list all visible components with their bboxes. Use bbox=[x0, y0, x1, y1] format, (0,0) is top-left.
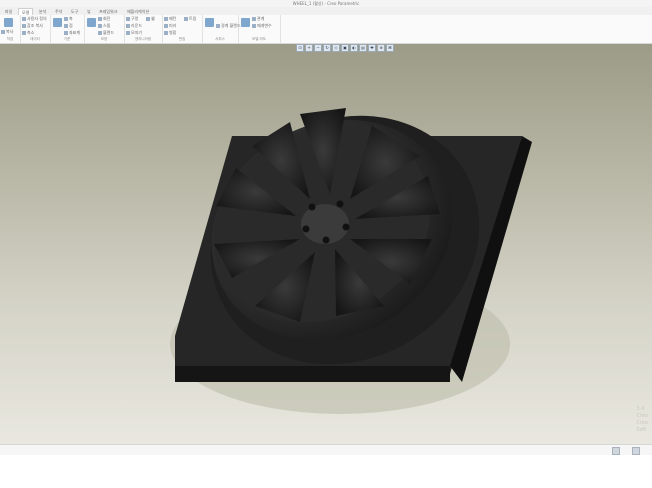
ribbon-item-hole[interactable]: 구멍 bbox=[131, 16, 138, 21]
axis-icon bbox=[64, 17, 68, 21]
group-label-data: 데이터 bbox=[30, 37, 40, 41]
trim-icon bbox=[184, 17, 188, 21]
message-icon[interactable] bbox=[632, 447, 640, 455]
group-label-editing: 편집 bbox=[178, 37, 186, 41]
family-table-icon[interactable] bbox=[241, 18, 250, 27]
ribbon-group-model-intent: 관계 매개변수 모델 의도 bbox=[238, 15, 281, 43]
ribbon-item-chamfer[interactable]: 모따기 bbox=[131, 30, 142, 35]
ribbon-group-surfaces: 경계 블렌드 서피스 bbox=[202, 15, 241, 43]
tab-applications[interactable]: 애플리케이션 bbox=[124, 8, 152, 15]
tab-view[interactable]: 뷰 bbox=[84, 8, 94, 15]
datum-display-icon[interactable]: ✚ bbox=[368, 44, 376, 52]
shrinkwrap-icon bbox=[22, 31, 26, 35]
lug-hole-2 bbox=[342, 223, 350, 231]
orient-icon[interactable]: ◇ bbox=[332, 44, 340, 52]
view-toolbar: ⊡ + − ↻ ◇ ▣ ◐ ▤ ✚ ⊕ ⌘ bbox=[296, 44, 394, 52]
revolve-icon bbox=[98, 17, 102, 21]
ribbon-group-shapes: 회전 스윕 블렌드 모양 bbox=[84, 15, 125, 43]
copy-icon bbox=[1, 30, 5, 34]
annotation-icon[interactable]: ⌘ bbox=[386, 44, 394, 52]
ribbon-item-pattern[interactable]: 패턴 bbox=[169, 16, 176, 21]
lug-hole-5 bbox=[308, 203, 316, 211]
ribbon-item-user-defined[interactable]: 사용자 정의 bbox=[27, 16, 47, 21]
ribbon-item-shrinkwrap[interactable]: 축소 bbox=[27, 30, 34, 35]
user-defined-icon bbox=[22, 17, 26, 21]
ribbon-group-datum: 축 점 좌표계 기준 bbox=[50, 15, 85, 43]
ribbon-item-axis[interactable]: 축 bbox=[69, 16, 73, 21]
ribbon-item-trim[interactable]: 트림 bbox=[189, 16, 196, 21]
spin-center-icon[interactable]: ⊕ bbox=[377, 44, 385, 52]
round-icon bbox=[126, 24, 130, 28]
desktop-area bbox=[0, 455, 652, 488]
shell-icon bbox=[146, 17, 150, 21]
copy-geom-icon bbox=[22, 24, 26, 28]
ribbon-item-copy[interactable]: 복사 bbox=[6, 29, 13, 34]
group-label-surfaces: 서피스 bbox=[215, 37, 225, 41]
section-icon[interactable]: ▤ bbox=[359, 44, 367, 52]
ribbon-item-mirror[interactable]: 미러 bbox=[169, 23, 176, 28]
fill-icon[interactable] bbox=[205, 18, 214, 27]
ribbon-item-revolve[interactable]: 회전 bbox=[103, 16, 110, 21]
zoom-out-icon[interactable]: − bbox=[314, 44, 322, 52]
group-label-datum: 기준 bbox=[63, 37, 71, 41]
ribbon-item-copy-geom[interactable]: 참조 복사 bbox=[27, 23, 43, 28]
pattern-icon bbox=[164, 17, 168, 21]
lug-hole-3 bbox=[322, 236, 330, 244]
refit-icon[interactable]: ⊡ bbox=[296, 44, 304, 52]
parameters-icon bbox=[252, 24, 256, 28]
watermark: 3.4 Creo Creo Soft bbox=[636, 406, 648, 433]
saved-views-icon[interactable]: ▣ bbox=[341, 44, 349, 52]
ribbon-group-operations: 복사 작업 bbox=[0, 15, 21, 43]
chamfer-icon bbox=[126, 31, 130, 35]
sweep-icon bbox=[98, 24, 102, 28]
ribbon-group-engineering: 구멍 라운드 모따기 쉘 엔지니어링 bbox=[124, 15, 163, 43]
tab-analysis[interactable]: 분석 bbox=[36, 8, 49, 15]
ribbon-item-round[interactable]: 라운드 bbox=[131, 23, 142, 28]
ribbon-item-blend[interactable]: 블렌드 bbox=[103, 30, 114, 35]
relations-icon bbox=[252, 17, 256, 21]
coordinate-system-icon bbox=[64, 31, 68, 35]
tab-annotate[interactable]: 주석 bbox=[52, 8, 65, 15]
display-style-icon[interactable]: ◐ bbox=[350, 44, 358, 52]
hole-icon bbox=[126, 17, 130, 21]
ribbon-item-shell[interactable]: 쉘 bbox=[151, 16, 155, 21]
plane-icon[interactable] bbox=[53, 18, 62, 27]
group-label-operations: 작업 bbox=[6, 37, 14, 41]
lug-hole-1 bbox=[336, 200, 344, 208]
block-front-face bbox=[175, 366, 450, 382]
ribbon-item-parameters[interactable]: 매개변수 bbox=[257, 23, 272, 28]
graphics-viewport[interactable]: 3.4 Creo Creo Soft bbox=[0, 44, 652, 444]
group-label-model-intent: 모델 의도 bbox=[252, 37, 266, 41]
ribbon-group-editing: 패턴 미러 병합 트림 편집 bbox=[162, 15, 203, 43]
ribbon-item-sweep[interactable]: 스윕 bbox=[103, 23, 110, 28]
ribbon-item-point[interactable]: 점 bbox=[69, 23, 73, 28]
title-bar: WHEEL_1 (활성) - Creo Parametric bbox=[0, 0, 652, 7]
selection-filter-icon[interactable] bbox=[612, 447, 620, 455]
ribbon-item-csys[interactable]: 좌표계 bbox=[69, 30, 80, 35]
repaint-icon[interactable]: ↻ bbox=[323, 44, 331, 52]
wheel-mold-model[interactable] bbox=[0, 44, 652, 444]
tab-framework[interactable]: 프레임워크 bbox=[96, 8, 120, 15]
ribbon: 복사 작업 사용자 정의 참조 복사 축소 데이터 축 점 좌표계 기준 회전 … bbox=[0, 15, 652, 44]
ribbon-item-relations[interactable]: 관계 bbox=[257, 16, 264, 21]
group-label-shapes: 모양 bbox=[100, 37, 108, 41]
tab-file[interactable]: 파일 bbox=[2, 8, 15, 15]
mirror-icon bbox=[164, 24, 168, 28]
regenerate-icon[interactable] bbox=[4, 18, 13, 27]
zoom-in-icon[interactable]: + bbox=[305, 44, 313, 52]
ribbon-item-merge[interactable]: 병합 bbox=[169, 30, 176, 35]
boundary-blend-icon bbox=[216, 24, 220, 28]
status-bar bbox=[0, 444, 652, 455]
tab-tools[interactable]: 도구 bbox=[68, 8, 81, 15]
group-label-engineering: 엔지니어링 bbox=[134, 37, 152, 41]
extrude-icon[interactable] bbox=[87, 18, 96, 27]
merge-icon bbox=[164, 31, 168, 35]
blend-icon bbox=[98, 31, 102, 35]
point-icon bbox=[64, 24, 68, 28]
ribbon-group-data: 사용자 정의 참조 복사 축소 데이터 bbox=[20, 15, 51, 43]
lug-hole-4 bbox=[302, 225, 310, 233]
